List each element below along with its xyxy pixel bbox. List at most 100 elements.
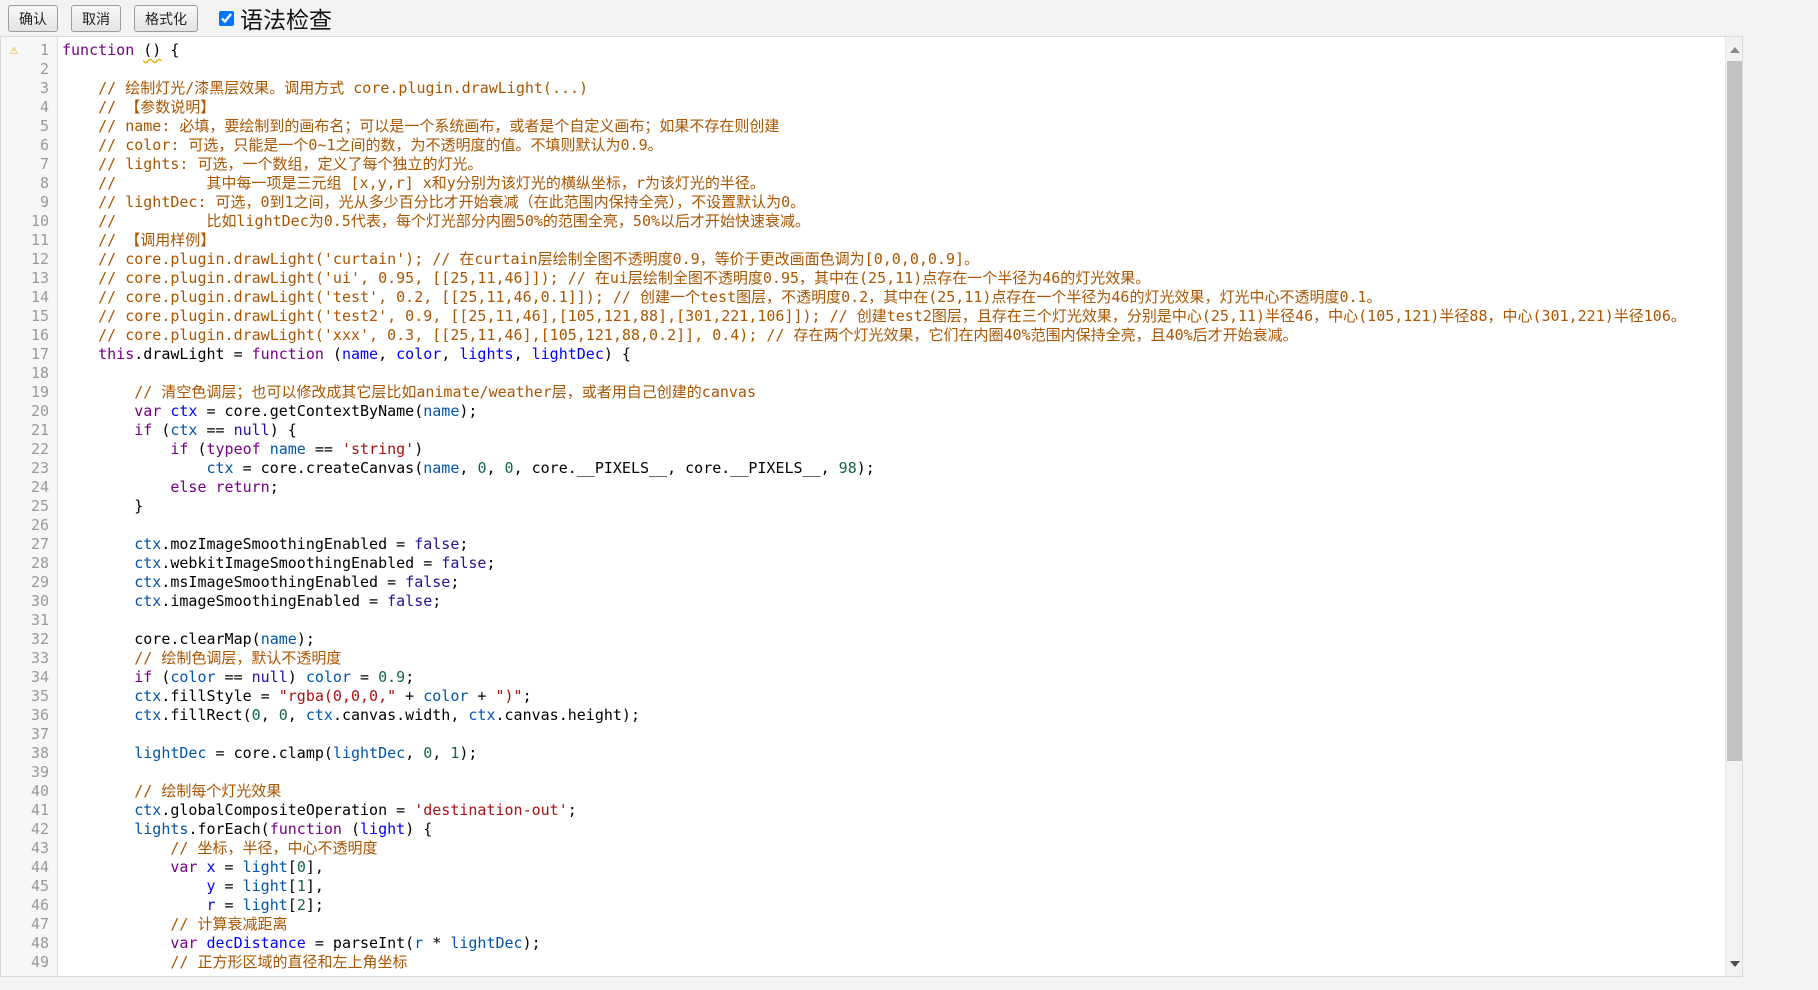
- scroll-down-arrow[interactable]: [1726, 955, 1743, 972]
- code-line[interactable]: 6 // color: 可选，只能是一个0~1之间的数，为不透明度的值。不填则默…: [1, 136, 1727, 155]
- code-line-text: // core.plugin.drawLight('test2', 0.9, […: [58, 307, 1727, 326]
- code-line[interactable]: 13 // core.plugin.drawLight('ui', 0.95, …: [1, 269, 1727, 288]
- triangle-down-icon: [1730, 961, 1740, 967]
- line-number: 24: [27, 478, 52, 497]
- line-number: 32: [27, 630, 52, 649]
- gutter-marker-cell: [1, 307, 27, 326]
- code-line-text: // name: 必填，要绘制到的画布名；可以是一个系统画布，或者是个自定义画布…: [58, 117, 1727, 136]
- code-line[interactable]: 16 // core.plugin.drawLight('xxx', 0.3, …: [1, 326, 1727, 345]
- code-line[interactable]: 22 if (typeof name == 'string'): [1, 440, 1727, 459]
- code-line[interactable]: 9 // lightDec: 可选，0到1之间，光从多少百分比才开始衰减（在此范…: [1, 193, 1727, 212]
- code-line-text: ctx.fillRect(0, 0, ctx.canvas.width, ctx…: [58, 706, 1727, 725]
- code-line-text: [58, 763, 1727, 782]
- code-line[interactable]: 21 if (ctx == null) {: [1, 421, 1727, 440]
- code-line[interactable]: 43 // 坐标，半径，中心不透明度: [1, 839, 1727, 858]
- code-line[interactable]: 34 if (color == null) color = 0.9;: [1, 668, 1727, 687]
- code-line-text: // 比如lightDec为0.5代表，每个灯光部分内圈50%的范围全亮，50%…: [58, 212, 1727, 231]
- syntax-check-checkbox[interactable]: [219, 11, 234, 26]
- gutter-marker-cell: [1, 896, 27, 915]
- vertical-scrollbar[interactable]: [1725, 37, 1742, 976]
- code-line[interactable]: 46 r = light[2];: [1, 896, 1727, 915]
- code-line[interactable]: 42 lights.forEach(function (light) {: [1, 820, 1727, 839]
- code-line[interactable]: 26: [1, 516, 1727, 535]
- code-line[interactable]: 40 // 绘制每个灯光效果: [1, 782, 1727, 801]
- code-line-text: }: [58, 497, 1727, 516]
- code-line[interactable]: 18: [1, 364, 1727, 383]
- code-line-text: if (color == null) color = 0.9;: [58, 668, 1727, 687]
- line-number: 39: [27, 763, 52, 782]
- gutter-marker-cell: [1, 554, 27, 573]
- code-line[interactable]: 23 ctx = core.createCanvas(name, 0, 0, c…: [1, 459, 1727, 478]
- code-line[interactable]: 45 y = light[1],: [1, 877, 1727, 896]
- format-button[interactable]: 格式化: [134, 5, 198, 32]
- code-line-text: ctx.mozImageSmoothingEnabled = false;: [58, 535, 1727, 554]
- code-line[interactable]: 12 // core.plugin.drawLight('curtain'); …: [1, 250, 1727, 269]
- code-line[interactable]: 28 ctx.webkitImageSmoothingEnabled = fal…: [1, 554, 1727, 573]
- code-editor[interactable]: ⚠1function () {23 // 绘制灯光/漆黑层效果。调用方式 cor…: [0, 36, 1743, 977]
- code-line[interactable]: 36 ctx.fillRect(0, 0, ctx.canvas.width, …: [1, 706, 1727, 725]
- gutter-marker-cell: [1, 535, 27, 554]
- code-line[interactable]: 3 // 绘制灯光/漆黑层效果。调用方式 core.plugin.drawLig…: [1, 79, 1727, 98]
- code-line[interactable]: 10 // 比如lightDec为0.5代表，每个灯光部分内圈50%的范围全亮，…: [1, 212, 1727, 231]
- gutter-marker-cell: [1, 269, 27, 288]
- code-line[interactable]: 47 // 计算衰减距离: [1, 915, 1727, 934]
- gutter-marker-cell: [1, 839, 27, 858]
- code-line[interactable]: 49 // 正方形区域的直径和左上角坐标: [1, 953, 1727, 972]
- code-line[interactable]: 37: [1, 725, 1727, 744]
- code-line[interactable]: 24 else return;: [1, 478, 1727, 497]
- code-line[interactable]: 39: [1, 763, 1727, 782]
- code-line-text: // 坐标，半径，中心不透明度: [58, 839, 1727, 858]
- gutter-marker-cell: [1, 345, 27, 364]
- line-number: 27: [27, 535, 52, 554]
- line-number: 18: [27, 364, 52, 383]
- code-line[interactable]: 48 var decDistance = parseInt(r * lightD…: [1, 934, 1727, 953]
- gutter-marker-cell: [1, 744, 27, 763]
- code-line[interactable]: 30 ctx.imageSmoothingEnabled = false;: [1, 592, 1727, 611]
- line-number: 31: [27, 611, 52, 630]
- line-number: 45: [27, 877, 52, 896]
- gutter-marker-cell: [1, 858, 27, 877]
- code-line[interactable]: 20 var ctx = core.getContextByName(name)…: [1, 402, 1727, 421]
- scroll-up-arrow[interactable]: [1726, 41, 1743, 58]
- code-line[interactable]: 38 lightDec = core.clamp(lightDec, 0, 1)…: [1, 744, 1727, 763]
- gutter-marker-cell: [1, 782, 27, 801]
- code-line[interactable]: 27 ctx.mozImageSmoothingEnabled = false;: [1, 535, 1727, 554]
- line-number: 37: [27, 725, 52, 744]
- line-number: 21: [27, 421, 52, 440]
- code-line[interactable]: 35 ctx.fillStyle = "rgba(0,0,0," + color…: [1, 687, 1727, 706]
- code-line[interactable]: 4 // 【参数说明】: [1, 98, 1727, 117]
- code-line[interactable]: 31: [1, 611, 1727, 630]
- code-line-text: ctx.webkitImageSmoothingEnabled = false;: [58, 554, 1727, 573]
- warning-icon: ⚠: [1, 41, 27, 60]
- code-line[interactable]: 8 // 其中每一项是三元组 [x,y,r] x和y分别为该灯光的横纵坐标，r为…: [1, 174, 1727, 193]
- code-line[interactable]: ⚠1function () {: [1, 41, 1727, 60]
- code-line[interactable]: 17 this.drawLight = function (name, colo…: [1, 345, 1727, 364]
- confirm-button[interactable]: 确认: [8, 5, 58, 32]
- line-number: 29: [27, 573, 52, 592]
- gutter-marker-cell: [1, 250, 27, 269]
- cancel-button[interactable]: 取消: [71, 5, 121, 32]
- code-line[interactable]: 14 // core.plugin.drawLight('test', 0.2,…: [1, 288, 1727, 307]
- code-line[interactable]: 2: [1, 60, 1727, 79]
- code-line[interactable]: 33 // 绘制色调层，默认不透明度: [1, 649, 1727, 668]
- gutter-marker-cell: [1, 60, 27, 79]
- code-line[interactable]: 29 ctx.msImageSmoothingEnabled = false;: [1, 573, 1727, 592]
- code-line[interactable]: 7 // lights: 可选，一个数组，定义了每个独立的灯光。: [1, 155, 1727, 174]
- code-line[interactable]: 19 // 清空色调层；也可以修改成其它层比如animate/weather层，…: [1, 383, 1727, 402]
- gutter-marker-cell: [1, 687, 27, 706]
- code-line-text: lights.forEach(function (light) {: [58, 820, 1727, 839]
- code-line[interactable]: 32 core.clearMap(name);: [1, 630, 1727, 649]
- code-area[interactable]: ⚠1function () {23 // 绘制灯光/漆黑层效果。调用方式 cor…: [1, 37, 1727, 972]
- code-line-text: [58, 516, 1727, 535]
- code-line-text: // 其中每一项是三元组 [x,y,r] x和y分别为该灯光的横纵坐标，r为该灯…: [58, 174, 1727, 193]
- scrollbar-thumb[interactable]: [1727, 61, 1742, 761]
- code-line[interactable]: 11 // 【调用样例】: [1, 231, 1727, 250]
- code-line[interactable]: 25 }: [1, 497, 1727, 516]
- line-number: 49: [27, 953, 52, 972]
- code-line[interactable]: 5 // name: 必填，要绘制到的画布名；可以是一个系统画布，或者是个自定义…: [1, 117, 1727, 136]
- code-line[interactable]: 41 ctx.globalCompositeOperation = 'desti…: [1, 801, 1727, 820]
- syntax-check-toggle[interactable]: 语法检查: [219, 1, 332, 35]
- gutter-marker-cell: [1, 478, 27, 497]
- code-line[interactable]: 44 var x = light[0],: [1, 858, 1727, 877]
- code-line[interactable]: 15 // core.plugin.drawLight('test2', 0.9…: [1, 307, 1727, 326]
